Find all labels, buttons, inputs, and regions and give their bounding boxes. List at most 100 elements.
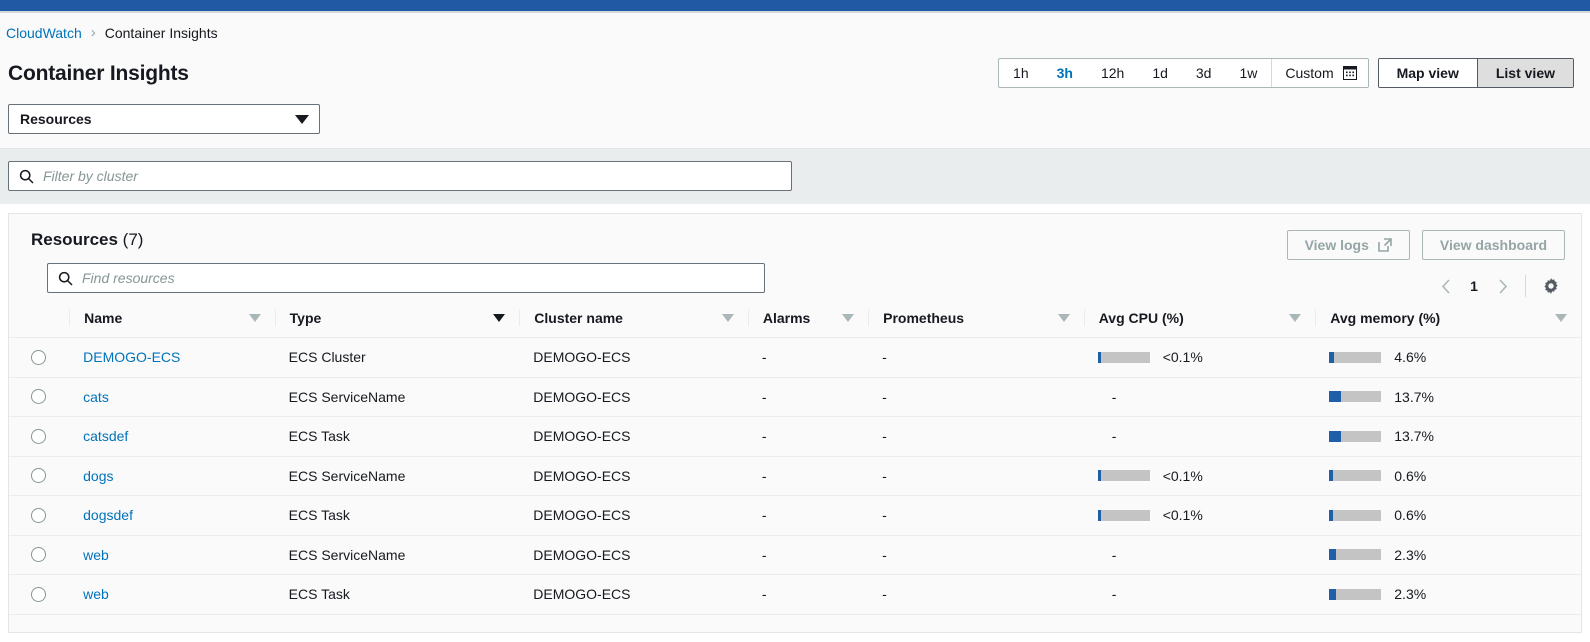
avg-cpu-bar [1097,509,1150,521]
view-dashboard-label: View dashboard [1439,237,1547,253]
time-range-1h[interactable]: 1h [999,59,1043,87]
table-row[interactable]: catsdef ECS Task DEMOGO-ECS - - - 13.7% [9,416,1581,457]
cluster-name-value: DEMOGO-ECS [533,507,631,524]
find-resources-input[interactable]: Find resources [47,263,765,293]
resource-name-link[interactable]: catsdef [83,428,128,444]
sort-icon[interactable] [248,313,261,322]
row-radio-button[interactable] [31,389,46,405]
cell-alarms: - [747,377,869,417]
row-radio-button[interactable] [31,468,46,484]
table-row[interactable]: web ECS ServiceName DEMOGO-ECS - - - 2.3% [9,535,1581,575]
chevron-right-icon [1498,278,1507,294]
sort-icon[interactable] [1057,313,1070,322]
view-toggle[interactable]: Map view List view [1377,58,1574,88]
cluster-name-value: DEMOGO-ECS [533,349,631,366]
table-row[interactable]: cats ECS ServiceName DEMOGO-ECS - - - 13.7% [9,377,1581,417]
resource-name-link[interactable]: web [83,586,109,602]
alarms-value: - [761,349,767,366]
time-range-3d[interactable]: 3d [1182,59,1226,87]
sort-icon[interactable] [1289,313,1302,322]
row-radio-button[interactable] [31,507,46,523]
breadcrumb-cloudwatch[interactable]: CloudWatch [6,25,82,41]
view-logs-label: View logs [1304,237,1369,253]
resource-type-select[interactable]: Resources [8,104,320,134]
column-header-prometheus-label: Prometheus [883,309,965,326]
tab-map-view[interactable]: Map view [1378,59,1477,87]
prometheus-value: - [882,586,887,603]
table-row[interactable]: dogs ECS ServiceName DEMOGO-ECS - - <0.1% 0.6% [9,456,1581,496]
time-range-1d[interactable]: 1d [1138,59,1182,87]
time-range-custom[interactable]: Custom [1271,59,1367,87]
avg-memory-value: 0.6% [1394,507,1427,524]
tab-list-view[interactable]: List view [1476,59,1573,87]
resources-card-header-right: View logs View dashboard 1 [1286,230,1565,300]
cell-cluster-name: DEMOGO-ECS [519,377,748,417]
table-row[interactable]: dogsdef ECS Task DEMOGO-ECS - - <0.1% 0.6% [9,495,1581,536]
view-logs-button[interactable]: View logs [1286,230,1410,260]
pagination-page-1[interactable]: 1 [1462,278,1486,294]
time-range-selector[interactable]: 1h 3h 12h 1d 3d 1w Custom [998,58,1369,88]
sort-icon[interactable] [493,313,506,322]
prometheus-value: - [882,349,887,366]
column-header-cluster-name[interactable]: Cluster name [519,300,748,338]
column-header-prometheus[interactable]: Prometheus [868,300,1084,338]
row-radio-button[interactable] [31,586,46,602]
avg-memory-bar [1329,588,1382,600]
chevron-left-icon [1441,278,1450,294]
avg-cpu-value: <0.1% [1162,349,1203,366]
avg-cpu-value: <0.1% [1162,507,1203,524]
row-radio-button[interactable] [31,428,46,444]
cell-prometheus: - [868,416,1084,457]
column-header-type[interactable]: Type [274,300,520,338]
cell-name: web [69,574,275,615]
prometheus-value: - [882,428,887,445]
cell-type: ECS Task [274,416,520,457]
cell-alarms: - [747,495,869,536]
column-header-alarms[interactable]: Alarms [747,300,869,338]
resource-name-link[interactable]: dogs [83,468,113,484]
cell-name: web [69,535,275,575]
cell-select [9,535,70,575]
table-row[interactable]: DEMOGO-ECS ECS Cluster DEMOGO-ECS - - <0.1% 4.… [9,337,1581,378]
cell-cluster-name: DEMOGO-ECS [519,495,748,536]
avg-cpu-bar [1097,470,1150,482]
resource-type-value: ECS Task [288,428,350,445]
cell-avg-cpu: - [1083,574,1316,615]
avg-memory-bar [1329,470,1382,482]
pagination-prev-button[interactable] [1432,272,1460,300]
cell-avg-cpu: - [1083,416,1316,457]
resource-name-link[interactable]: cats [83,389,109,405]
column-header-name[interactable]: Name [69,300,275,338]
table-row[interactable]: web ECS Task DEMOGO-ECS - - - 2.3% [9,574,1581,615]
page-title: Container Insights [8,62,189,85]
time-range-3h[interactable]: 3h [1043,59,1087,87]
pagination-next-button[interactable] [1488,272,1516,300]
prometheus-value: - [882,546,887,563]
time-range-12h[interactable]: 12h [1087,59,1138,87]
column-header-avg-memory[interactable]: Avg memory (%) [1315,300,1581,338]
cell-type: ECS ServiceName [274,377,520,417]
table-settings-button[interactable] [1537,272,1565,300]
sort-icon[interactable] [842,313,855,322]
resource-name-link[interactable]: DEMOGO-ECS [83,349,180,365]
avg-cpu-value: <0.1% [1162,467,1203,484]
breadcrumb-container-insights: Container Insights [104,24,218,41]
column-header-type-label: Type [289,309,322,326]
prometheus-value: - [882,388,887,405]
cell-name: catsdef [69,416,275,457]
view-dashboard-button[interactable]: View dashboard [1421,230,1565,260]
sort-icon[interactable] [721,313,734,322]
find-resources-placeholder: Find resources [82,270,175,286]
resource-name-link[interactable]: dogsdef [83,507,133,523]
cluster-filter-input[interactable]: Filter by cluster [8,161,792,191]
sort-icon[interactable] [1555,313,1567,322]
column-header-avg-cpu[interactable]: Avg CPU (%) [1083,300,1316,338]
time-range-1w[interactable]: 1w [1225,59,1271,87]
row-radio-button[interactable] [31,349,46,365]
avg-cpu-value: - [1111,586,1117,603]
alarms-value: - [761,546,767,563]
resource-name-link[interactable]: web [83,547,109,563]
cell-prometheus: - [868,574,1084,615]
resource-type-value: ECS Cluster [288,349,366,366]
row-radio-button[interactable] [31,547,46,563]
